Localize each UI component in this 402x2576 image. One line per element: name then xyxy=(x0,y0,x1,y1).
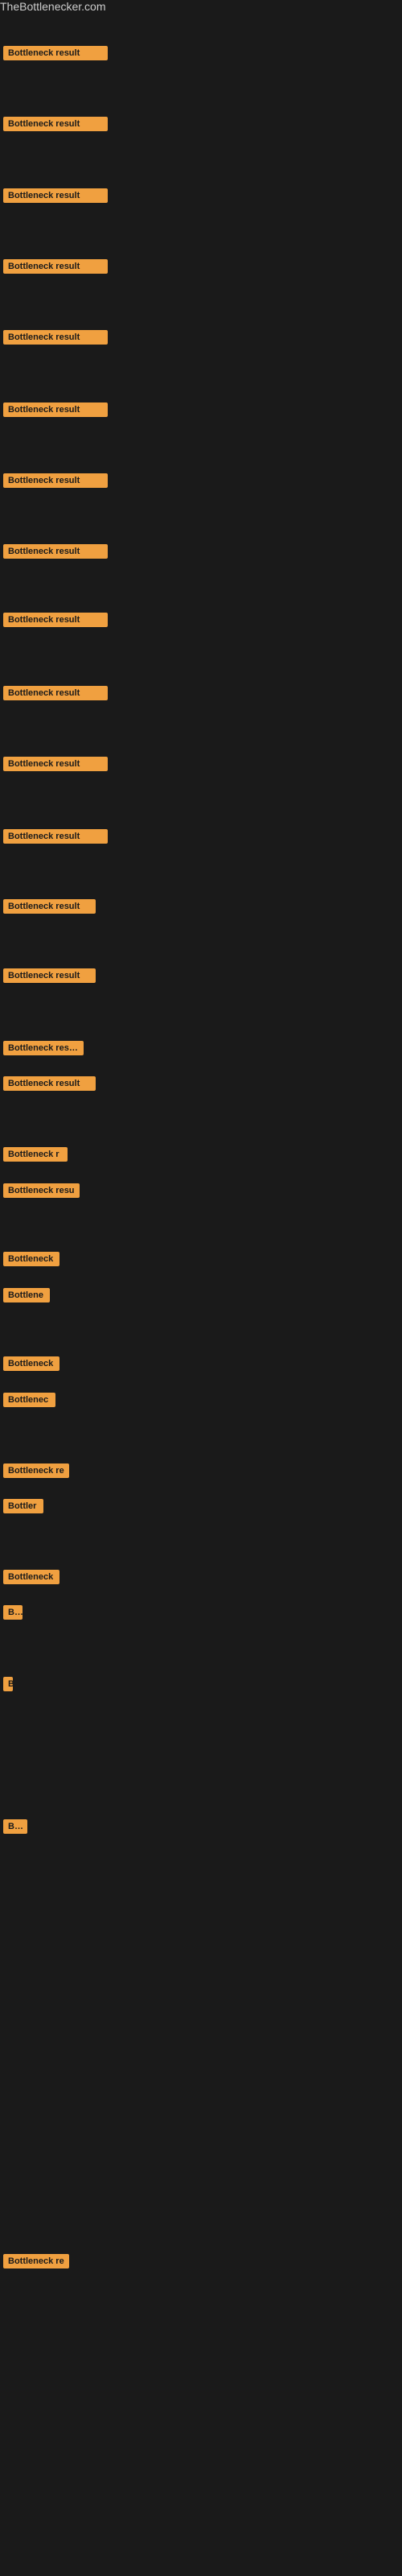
bottleneck-badge[interactable]: Bottleneck result xyxy=(3,473,108,488)
bottleneck-result-item: Bottleneck result xyxy=(3,899,96,918)
bottleneck-result-item: Bottleneck xyxy=(3,1252,59,1270)
bottleneck-badge[interactable]: Bottleneck xyxy=(3,1252,59,1266)
bottleneck-result-item: Bottler xyxy=(3,1499,43,1517)
bottleneck-badge[interactable]: Bottleneck resu xyxy=(3,1183,80,1198)
bottleneck-badge[interactable]: Bottleneck result xyxy=(3,686,108,700)
bottleneck-badge[interactable]: Bottlenec xyxy=(3,1393,55,1407)
bottleneck-result-item: Bottleneck result xyxy=(3,968,96,987)
bottleneck-badge[interactable]: Bottleneck xyxy=(3,1570,59,1584)
bottleneck-result-item: Bottleneck result xyxy=(3,1076,96,1095)
bottleneck-badge[interactable]: Bottleneck result xyxy=(3,757,108,771)
bottleneck-result-item: Bottleneck resu xyxy=(3,1183,80,1202)
bottleneck-result-item: Bottlenec xyxy=(3,1393,55,1411)
bottleneck-badge[interactable]: Bottleneck result xyxy=(3,829,108,844)
bottleneck-badge[interactable]: Bottleneck re xyxy=(3,1463,69,1478)
bottleneck-badge[interactable]: Bottleneck result xyxy=(3,330,108,345)
bottleneck-result-item: Bottleneck result xyxy=(3,402,108,421)
bottleneck-badge[interactable]: Bottleneck result xyxy=(3,117,108,131)
bottleneck-result-item: Bottleneck result xyxy=(3,613,108,631)
bottleneck-result-item: Bottleneck result xyxy=(3,1041,84,1059)
bottleneck-badge[interactable]: Bottleneck result xyxy=(3,613,108,627)
bottleneck-result-item: Bottleneck result xyxy=(3,473,108,492)
bottleneck-badge[interactable]: Bottleneck result xyxy=(3,188,108,203)
bottleneck-badge[interactable]: B xyxy=(3,1677,13,1691)
bottleneck-badge[interactable]: Bottleneck result xyxy=(3,46,108,60)
bottleneck-result-item: Bot xyxy=(3,1819,27,1838)
bottleneck-badge[interactable]: Bottleneck result xyxy=(3,1041,84,1055)
bottleneck-badge[interactable]: Bottleneck re xyxy=(3,2254,69,2268)
bottleneck-result-item: Bottleneck result xyxy=(3,117,108,135)
bottleneck-result-item: Bo xyxy=(3,1605,23,1624)
bottleneck-result-item: Bottleneck r xyxy=(3,1147,68,1166)
bottleneck-result-item: Bottleneck result xyxy=(3,259,108,278)
bottleneck-badge[interactable]: Bottleneck result xyxy=(3,259,108,274)
bottleneck-badge[interactable]: Bottleneck result xyxy=(3,1076,96,1091)
bottleneck-result-item: Bottleneck result xyxy=(3,686,108,704)
bottleneck-result-item: Bottleneck re xyxy=(3,2254,69,2273)
bottleneck-badge[interactable]: Bottleneck xyxy=(3,1356,59,1371)
bottleneck-badge[interactable]: Bottleneck result xyxy=(3,968,96,983)
bottleneck-result-item: Bottleneck result xyxy=(3,757,108,775)
bottleneck-badge[interactable]: Bo xyxy=(3,1605,23,1620)
bottleneck-result-item: Bottleneck re xyxy=(3,1463,69,1482)
bottleneck-result-item: Bottleneck result xyxy=(3,46,108,64)
bottleneck-badge[interactable]: Bottleneck result xyxy=(3,899,96,914)
bottleneck-result-item: Bottleneck xyxy=(3,1356,59,1375)
site-header: TheBottlenecker.com xyxy=(0,0,402,14)
bottleneck-result-item: Bottleneck result xyxy=(3,544,108,563)
bottleneck-badge[interactable]: Bottleneck r xyxy=(3,1147,68,1162)
bottleneck-badge[interactable]: Bottler xyxy=(3,1499,43,1513)
bottleneck-badge[interactable]: Bot xyxy=(3,1819,27,1834)
bottleneck-result-item: Bottleneck result xyxy=(3,330,108,349)
bottleneck-result-item: Bottleneck result xyxy=(3,829,108,848)
bottleneck-badge[interactable]: Bottleneck result xyxy=(3,544,108,559)
bottleneck-result-item: Bottlene xyxy=(3,1288,50,1307)
bottleneck-result-item: Bottleneck result xyxy=(3,188,108,207)
bottleneck-result-item: B xyxy=(3,1677,13,1695)
bottleneck-result-item: Bottleneck xyxy=(3,1570,59,1588)
bottleneck-badge[interactable]: Bottlene xyxy=(3,1288,50,1302)
bottleneck-badge[interactable]: Bottleneck result xyxy=(3,402,108,417)
